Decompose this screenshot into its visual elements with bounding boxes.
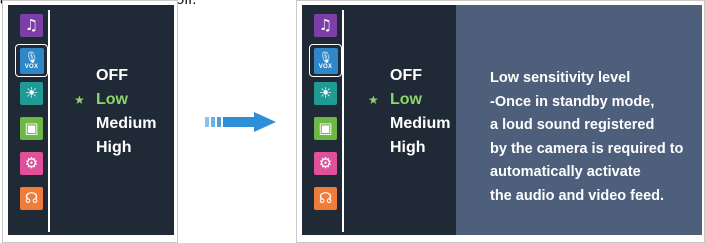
brightness-icon[interactable]: ☀ [314,82,337,105]
sidebar: ♫ 🎙 VOX ☀ ▣ ⚙ ☊ [307,10,344,232]
brightness-icon[interactable]: ☀ [20,82,43,105]
info-line: a loud sound registered [490,117,655,133]
menu-item-low-label: Low [390,91,422,108]
menu-item-low-label: Low [96,91,128,108]
menu-item-off[interactable]: OFF [368,64,450,88]
selected-star-icon: ★ [368,93,379,107]
vox-label: VOX [318,63,333,70]
info-line: -Once in standby mode, [490,93,655,110]
microphone-icon: 🎙 [318,50,333,64]
menu-item-high[interactable]: High [74,136,156,160]
camera-icon[interactable]: ▣ [314,117,337,140]
info-panel: Low sensitivity level -Once in standby m… [456,5,702,235]
transition-arrow-icon [205,112,276,132]
before-screen: ♫ 🎙 VOX ☀ ▣ ⚙ ☊ OFF ★ Low Medium High [2,0,178,243]
music-icon[interactable]: ♫ [20,14,43,37]
settings-gear-icon[interactable]: ⚙ [314,152,337,175]
camera-icon[interactable]: ▣ [20,117,43,140]
headset-icon[interactable]: ☊ [314,187,337,210]
device-display: ♫ 🎙 VOX ☀ ▣ ⚙ ☊ OFF ★ Low Medium High [302,5,457,235]
info-line: by the camera is required to [490,140,684,157]
selected-star-icon: ★ [74,93,85,107]
vox-button[interactable]: 🎙 VOX [309,44,342,77]
microphone-icon: 🎙 [24,50,39,64]
info-title: Low sensitivity level [490,70,631,86]
headset-icon[interactable]: ☊ [20,187,43,210]
menu-item-medium[interactable]: Medium [368,112,450,136]
vox-button[interactable]: 🎙 VOX [15,44,48,77]
after-screen: ♫ 🎙 VOX ☀ ▣ ⚙ ☊ OFF ★ Low Medium High Lo… [296,0,705,243]
settings-gear-icon[interactable]: ⚙ [20,152,43,175]
sensitivity-menu: OFF ★ Low Medium High [74,64,156,160]
menu-item-medium[interactable]: Medium [74,112,156,136]
menu-item-high[interactable]: High [368,136,450,160]
info-line: automatically activate [490,164,641,180]
info-line: the audio and video feed. [490,187,665,204]
menu-item-low[interactable]: ★ Low [368,88,450,112]
device-display: ♫ 🎙 VOX ☀ ▣ ⚙ ☊ OFF ★ Low Medium High [8,5,174,235]
sidebar: ♫ 🎙 VOX ☀ ▣ ⚙ ☊ [13,10,50,232]
music-icon[interactable]: ♫ [314,14,337,37]
menu-item-low[interactable]: ★ Low [74,88,156,112]
menu-item-off[interactable]: OFF [74,64,156,88]
vox-label: VOX [24,63,39,70]
sensitivity-menu: OFF ★ Low Medium High [368,64,450,160]
